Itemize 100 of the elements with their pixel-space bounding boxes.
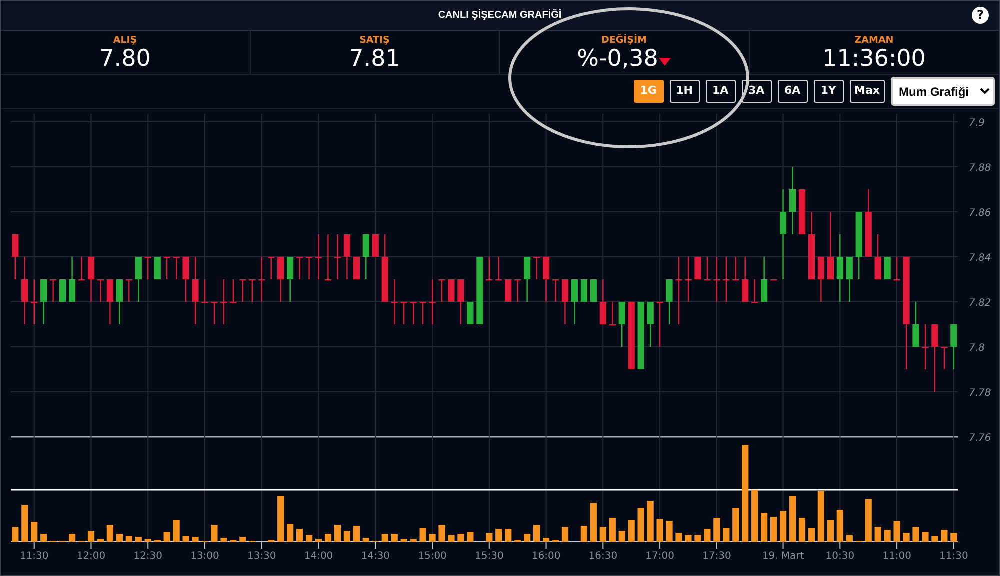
candle bbox=[429, 280, 436, 324]
candle bbox=[524, 257, 531, 302]
candle bbox=[154, 257, 161, 280]
candle bbox=[268, 257, 275, 280]
candle bbox=[116, 280, 123, 324]
candle bbox=[856, 212, 862, 280]
y-axis-label: 7.84 bbox=[969, 253, 992, 264]
candle bbox=[240, 280, 246, 302]
candle bbox=[400, 302, 408, 324]
stat-value: 11:36:00 bbox=[822, 46, 926, 72]
x-axis-label: 10:30 bbox=[826, 551, 855, 562]
x-axis-label: 11:00 bbox=[882, 551, 912, 562]
candle bbox=[88, 257, 95, 302]
y-axis-label: 7.88 bbox=[969, 163, 992, 174]
range-button[interactable]: 6A bbox=[778, 80, 808, 103]
candle bbox=[676, 257, 682, 324]
candle bbox=[60, 280, 66, 302]
candle bbox=[505, 280, 512, 302]
candle bbox=[324, 234, 332, 281]
candle bbox=[31, 280, 38, 324]
range-button[interactable]: 1Y bbox=[814, 80, 844, 103]
candle bbox=[22, 257, 28, 324]
candle bbox=[144, 257, 152, 280]
x-axis-label: 14:30 bbox=[361, 551, 390, 562]
candle bbox=[278, 257, 284, 302]
candle bbox=[40, 280, 48, 324]
y-axis-label: 7.76 bbox=[969, 433, 992, 444]
x-axis-label: 17:30 bbox=[702, 551, 732, 562]
range-button[interactable]: Max bbox=[850, 80, 885, 103]
y-axis-label: 7.9 bbox=[969, 118, 985, 129]
candle bbox=[12, 234, 19, 280]
x-axis-label: 17:00 bbox=[646, 551, 674, 562]
candle bbox=[78, 257, 86, 281]
candle bbox=[315, 234, 322, 280]
stat-value: 7.81 bbox=[349, 46, 400, 72]
candle bbox=[202, 280, 208, 304]
candle bbox=[770, 278, 778, 281]
x-axis-label: 16:00 bbox=[532, 551, 561, 562]
candle bbox=[306, 257, 313, 280]
candle bbox=[932, 324, 938, 392]
candle bbox=[467, 302, 474, 324]
candle bbox=[638, 302, 644, 370]
stat-value: 7.80 bbox=[100, 46, 151, 72]
help-button[interactable]: ? bbox=[972, 7, 989, 24]
candle bbox=[894, 257, 900, 281]
candle bbox=[448, 280, 455, 302]
candle bbox=[476, 257, 484, 324]
chart-type-select[interactable]: Mum Grafiği bbox=[891, 77, 995, 106]
candle bbox=[334, 234, 342, 280]
stat-label: DEĞİŞİM bbox=[600, 35, 648, 46]
candle bbox=[296, 257, 304, 280]
candle bbox=[562, 280, 569, 324]
candle bbox=[714, 257, 720, 302]
candle bbox=[808, 212, 816, 280]
candle bbox=[704, 257, 711, 281]
candle bbox=[827, 212, 834, 280]
x-axis-label: 14:00 bbox=[304, 551, 334, 562]
x-axis-label: 12:00 bbox=[76, 551, 106, 562]
candle bbox=[600, 280, 606, 324]
x-axis-label: 13:30 bbox=[247, 551, 276, 562]
candle bbox=[68, 257, 76, 302]
candle bbox=[752, 280, 758, 304]
candle bbox=[542, 257, 550, 302]
candle bbox=[609, 302, 616, 326]
candle bbox=[789, 167, 796, 234]
range-button[interactable]: 3A bbox=[742, 80, 772, 103]
candle bbox=[865, 190, 872, 257]
range-button[interactable]: 1A bbox=[706, 80, 736, 103]
candle bbox=[410, 302, 417, 324]
candle bbox=[249, 280, 256, 302]
x-axis-label: 16:30 bbox=[588, 551, 618, 562]
x-axis-label: 13:00 bbox=[190, 551, 220, 562]
candle bbox=[258, 257, 266, 302]
candle bbox=[742, 257, 749, 302]
x-axis-label: 15:00 bbox=[418, 551, 447, 562]
candle bbox=[694, 257, 702, 280]
candle bbox=[182, 257, 190, 302]
candle bbox=[685, 257, 692, 302]
candle bbox=[628, 302, 635, 370]
candle bbox=[798, 190, 806, 234]
x-axis-label: 15:30 bbox=[474, 551, 504, 562]
candle bbox=[884, 257, 891, 280]
stat-label: ZAMAN bbox=[854, 35, 895, 46]
candle bbox=[618, 302, 626, 347]
candle bbox=[666, 280, 673, 324]
candle bbox=[438, 280, 446, 302]
candle bbox=[761, 257, 768, 302]
candle bbox=[344, 234, 350, 280]
candle bbox=[647, 302, 654, 347]
candle bbox=[287, 257, 294, 302]
candle bbox=[135, 257, 142, 302]
candle bbox=[590, 280, 597, 302]
x-axis-label: 11:30 bbox=[940, 551, 968, 562]
candle bbox=[372, 234, 379, 257]
candle bbox=[391, 280, 398, 324]
stat-value: %-0,38 bbox=[577, 46, 658, 72]
range-button[interactable]: 1H bbox=[670, 80, 700, 103]
candle bbox=[382, 234, 388, 302]
candle bbox=[50, 280, 57, 302]
candle bbox=[420, 302, 426, 324]
